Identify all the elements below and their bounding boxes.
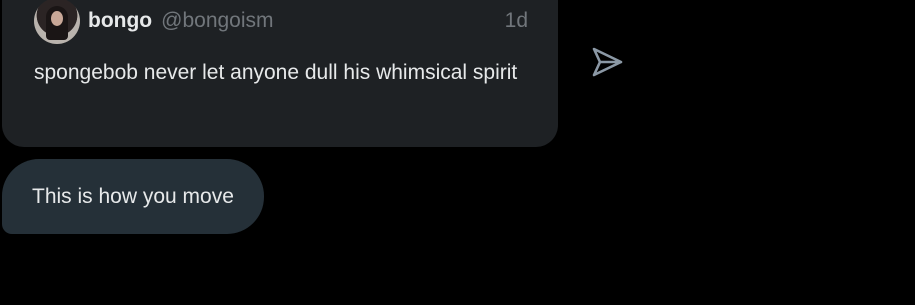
send-icon: [592, 47, 623, 77]
message-bubble[interactable]: This is how you move: [2, 159, 264, 234]
post-header: bongo @bongoism 1d: [88, 7, 528, 35]
post-timestamp: 1d: [504, 9, 528, 32]
avatar[interactable]: [34, 0, 80, 44]
quoted-post-card[interactable]: bongo @bongoism 1d spongebob never let a…: [2, 0, 558, 147]
user-handle[interactable]: @bongoism: [161, 9, 273, 33]
share-button[interactable]: [590, 46, 624, 78]
display-name[interactable]: bongo: [88, 9, 152, 33]
avatar-face: [51, 11, 63, 26]
message-text: This is how you move: [32, 184, 234, 208]
post-text: spongebob never let anyone dull his whim…: [34, 61, 518, 84]
